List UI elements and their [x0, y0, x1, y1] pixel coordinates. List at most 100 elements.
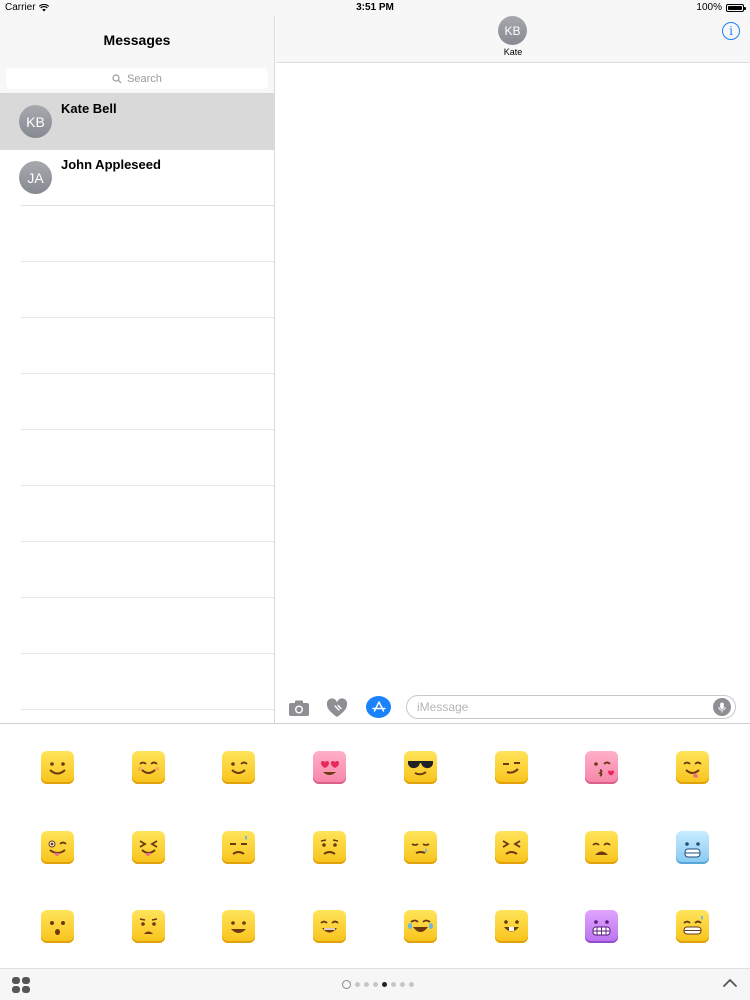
messages-app: Carrier 3:51 PM 100% Messages Search KB …: [0, 0, 750, 1000]
sticker-heart-eyes-icon[interactable]: [313, 751, 346, 784]
search-icon: [112, 73, 122, 83]
sticker-face: [48, 840, 67, 856]
sticker-smile-icon[interactable]: [41, 751, 74, 784]
sticker-face: [408, 919, 433, 932]
sticker-kiss-icon[interactable]: [585, 751, 618, 784]
page-dot[interactable]: [382, 982, 387, 987]
page-dot[interactable]: [400, 982, 405, 987]
camera-icon[interactable]: [288, 699, 310, 717]
sticker-face: [320, 920, 339, 933]
sticker-face: [50, 921, 65, 935]
sticker-tongue-squint-icon[interactable]: [132, 831, 165, 864]
microphone-icon[interactable]: [713, 698, 731, 716]
page-dot[interactable]: [409, 982, 414, 987]
sticker-face: [139, 918, 158, 934]
sticker-face: [139, 840, 158, 856]
sticker-blush-icon[interactable]: [132, 751, 165, 784]
contact-avatar[interactable]: KB: [498, 16, 527, 45]
empty-list-row: [0, 430, 274, 486]
info-icon[interactable]: i: [722, 22, 740, 40]
avatar: JA: [19, 161, 52, 194]
sticker-face: [504, 920, 519, 932]
recents-icon[interactable]: [342, 980, 351, 989]
sticker-sunglasses-icon[interactable]: [404, 751, 437, 784]
sticker-grimace-icon[interactable]: [585, 910, 618, 943]
sticker-yum-icon[interactable]: [676, 751, 709, 784]
page-dot[interactable]: [355, 982, 360, 987]
imessage-input[interactable]: iMessage: [406, 695, 736, 719]
microphone-glyph: [718, 702, 726, 712]
sticker-face: [503, 762, 520, 774]
battery-percent: 100%: [696, 2, 722, 13]
conversation-list-pane: Messages Search KB Kate Bell JA John App…: [0, 16, 275, 723]
digital-touch-icon[interactable]: [326, 698, 348, 718]
grid-cell: [22, 986, 30, 993]
row-separator: [21, 709, 274, 710]
sticker-face: [592, 920, 611, 936]
sticker-smirk-icon[interactable]: [495, 751, 528, 784]
contact-name: John Appleseed: [61, 157, 161, 172]
conversation-row-john-appleseed[interactable]: JA John Appleseed: [0, 150, 274, 206]
empty-list-row: [0, 598, 274, 654]
sticker-happy-icon[interactable]: [313, 910, 346, 943]
battery-icon: [726, 3, 746, 12]
sticker-sweat-grin-icon[interactable]: [676, 910, 709, 943]
sticker-face: [683, 915, 703, 935]
sticker-face: [594, 761, 614, 777]
sticker-sleepy-icon[interactable]: [404, 831, 437, 864]
sticker-joy-icon[interactable]: [404, 910, 437, 943]
sticker-face: [411, 843, 430, 854]
sticker-face: [320, 839, 339, 855]
sticker-face: [49, 762, 66, 775]
sticker-bucktooth-icon[interactable]: [495, 910, 528, 943]
sticker-keyboard: [0, 723, 750, 968]
empty-list-rows: [0, 206, 274, 710]
sticker-face: [321, 761, 339, 775]
sticker-face: [231, 921, 246, 933]
page-dot[interactable]: [391, 982, 396, 987]
chevron-up-icon[interactable]: [722, 977, 738, 989]
sticker-face: [138, 761, 159, 774]
conversation-pane: KB Kate i iMessage: [276, 16, 750, 723]
empty-list-row: [0, 542, 274, 598]
grid-cell: [12, 986, 20, 993]
sidebar-header: Messages: [0, 16, 274, 63]
sticker-wink-icon[interactable]: [222, 751, 255, 784]
sticker-sweat-sad-icon[interactable]: [222, 831, 255, 864]
search-placeholder: Search: [127, 72, 162, 85]
conversation-row-kate-bell[interactable]: KB Kate Bell: [0, 94, 274, 150]
sticker-weary-icon[interactable]: [585, 831, 618, 864]
sticker-face: [408, 761, 433, 776]
sticker-face: [502, 840, 521, 855]
sticker-face: [230, 835, 247, 855]
battery-indicator: 100%: [696, 2, 746, 13]
page-dot[interactable]: [364, 982, 369, 987]
page-dot[interactable]: [373, 982, 378, 987]
contact-name-label: Kate: [503, 47, 523, 57]
sticker-astonished-icon[interactable]: [132, 910, 165, 943]
grid-cell: [12, 977, 20, 984]
search-input[interactable]: Search: [6, 68, 268, 89]
page-indicator[interactable]: [342, 980, 414, 989]
empty-list-row: [0, 318, 274, 374]
sticker-grin-icon[interactable]: [222, 910, 255, 943]
grid-cell: [22, 977, 30, 984]
empty-list-row: [0, 206, 274, 262]
sticker-worried-icon[interactable]: [313, 831, 346, 864]
status-time: 3:51 PM: [356, 2, 394, 13]
compose-bar: iMessage: [276, 695, 750, 723]
sticker-persevere-icon[interactable]: [495, 831, 528, 864]
empty-list-row: [0, 262, 274, 318]
sticker-tongue-wink-icon[interactable]: [41, 831, 74, 864]
contact-name: Kate Bell: [61, 101, 117, 116]
status-bar: Carrier 3:51 PM 100%: [0, 0, 750, 16]
app-drawer-icon[interactable]: [12, 977, 30, 993]
empty-list-row: [0, 654, 274, 710]
app-store-icon[interactable]: [366, 696, 391, 718]
sticker-surprised-icon[interactable]: [41, 910, 74, 943]
sticker-face: [684, 842, 701, 858]
sticker-face: [231, 761, 248, 774]
sticker-cold-icon[interactable]: [676, 831, 709, 864]
conversation-header: KB Kate i: [276, 16, 750, 63]
imessage-placeholder: iMessage: [417, 700, 469, 714]
